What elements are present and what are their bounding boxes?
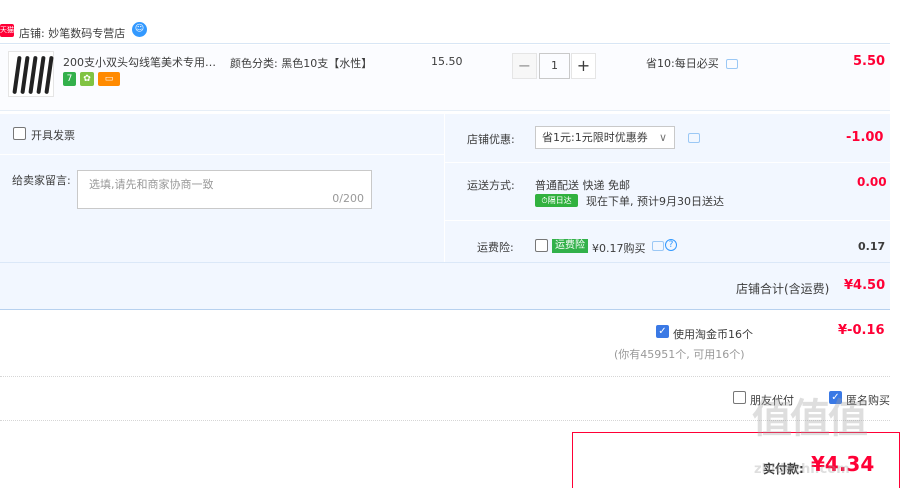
insurance-amount: 0.17 (858, 240, 886, 253)
ontime-badge-text: 隔日达 (547, 196, 572, 205)
insurance-checkbox[interactable] (535, 239, 548, 252)
coins-amount: ¥-0.16 (838, 323, 885, 338)
tmall-badge-icon: 天猫 (0, 24, 14, 37)
store-name-link[interactable]: 店铺: 妙笔数码专营店 (19, 25, 125, 41)
invoice-checkbox[interactable] (13, 127, 26, 140)
promo-text: 省10:每日必买 (646, 55, 739, 71)
shipping-amount: 0.00 (857, 175, 887, 189)
quantity-plus-button[interactable]: + (571, 53, 596, 79)
quantity-input[interactable]: 1 (539, 53, 570, 79)
quantity-stepper: − 1 + (512, 53, 596, 79)
insurance-tag: 运费险 (552, 239, 588, 253)
comment-icon[interactable] (688, 133, 700, 143)
message-placeholder: 选填,请先和商家协商一致 (89, 178, 214, 191)
credit-card-icon: ▭ (98, 72, 120, 86)
coupon-select[interactable]: 省1元:1元限时优惠券 ∨ (535, 126, 675, 149)
unit-price: 15.50 (431, 55, 463, 68)
item-subtotal: 5.50 (853, 54, 886, 69)
chat-icon[interactable]: ☺ (132, 22, 147, 37)
order-options-panel: 开具发票 给卖家留言: 选填,请先和商家协商一致 0/200 店铺优惠: 省1元… (0, 114, 890, 262)
divider (0, 154, 444, 155)
coupon-label: 店铺优惠: (467, 133, 515, 146)
comment-icon[interactable] (726, 59, 739, 69)
coupon-selected-value: 省1元:1元限时优惠券 (542, 131, 648, 144)
message-label: 给卖家留言: (12, 174, 71, 187)
product-title-link[interactable]: 200支小双头勾线笔美术专用记... (63, 54, 225, 70)
shipping-method: 普通配送 快递 免邮 (535, 179, 630, 192)
store-total-label: 店铺合计(含运费) (736, 282, 830, 296)
ontime-badge: ⏱隔日达 (535, 194, 578, 207)
divider (444, 114, 445, 262)
promo-label: 省10:每日必买 (646, 57, 719, 70)
divider (445, 220, 890, 221)
divider (445, 162, 890, 163)
delivery-estimate: 现在下单, 预计9月30日送达 (586, 195, 724, 208)
guarantee-icon: ✿ (80, 72, 94, 86)
shipping-label: 运送方式: (467, 179, 515, 192)
store-header: 天猫 店铺: 妙笔数码专营店 ☺ (0, 20, 890, 44)
store-total-bar: 店铺合计(含运费) ¥4.50 (0, 262, 890, 310)
watermark-site: zhidezhi.com (754, 462, 850, 477)
insurance-label: 运费险: (477, 241, 514, 254)
product-sku: 颜色分类: 黑色10支【水性】 (230, 57, 373, 70)
divider (0, 376, 890, 377)
friend-pay-checkbox[interactable] (733, 391, 746, 404)
quantity-minus-button[interactable]: − (512, 53, 537, 79)
coupon-amount: -1.00 (846, 130, 884, 145)
coins-label: 使用淘金币16个 (673, 328, 753, 341)
seven-day-return-icon: 7 (63, 72, 76, 86)
cart-item-row: 200支小双头勾线笔美术专用记... 7 ✿ ▭ 颜色分类: 黑色10支【水性】… (0, 45, 890, 111)
chevron-down-icon: ∨ (658, 131, 667, 144)
watermark-logo: 值值值 (752, 396, 868, 442)
store-total-amount: ¥4.50 (844, 278, 886, 293)
coins-checkbox[interactable]: ✓ (656, 325, 669, 338)
insurance-price: ¥0.17购买 (592, 242, 646, 255)
coins-available: (你有45951个, 可用16个) (614, 348, 745, 361)
help-icon[interactable]: ? (665, 239, 677, 251)
comment-icon[interactable] (652, 241, 664, 251)
message-char-count: 0/200 (332, 192, 364, 205)
invoice-label: 开具发票 (31, 129, 75, 142)
product-thumbnail[interactable] (8, 51, 54, 97)
message-textarea[interactable]: 选填,请先和商家协商一致 0/200 (77, 170, 372, 209)
